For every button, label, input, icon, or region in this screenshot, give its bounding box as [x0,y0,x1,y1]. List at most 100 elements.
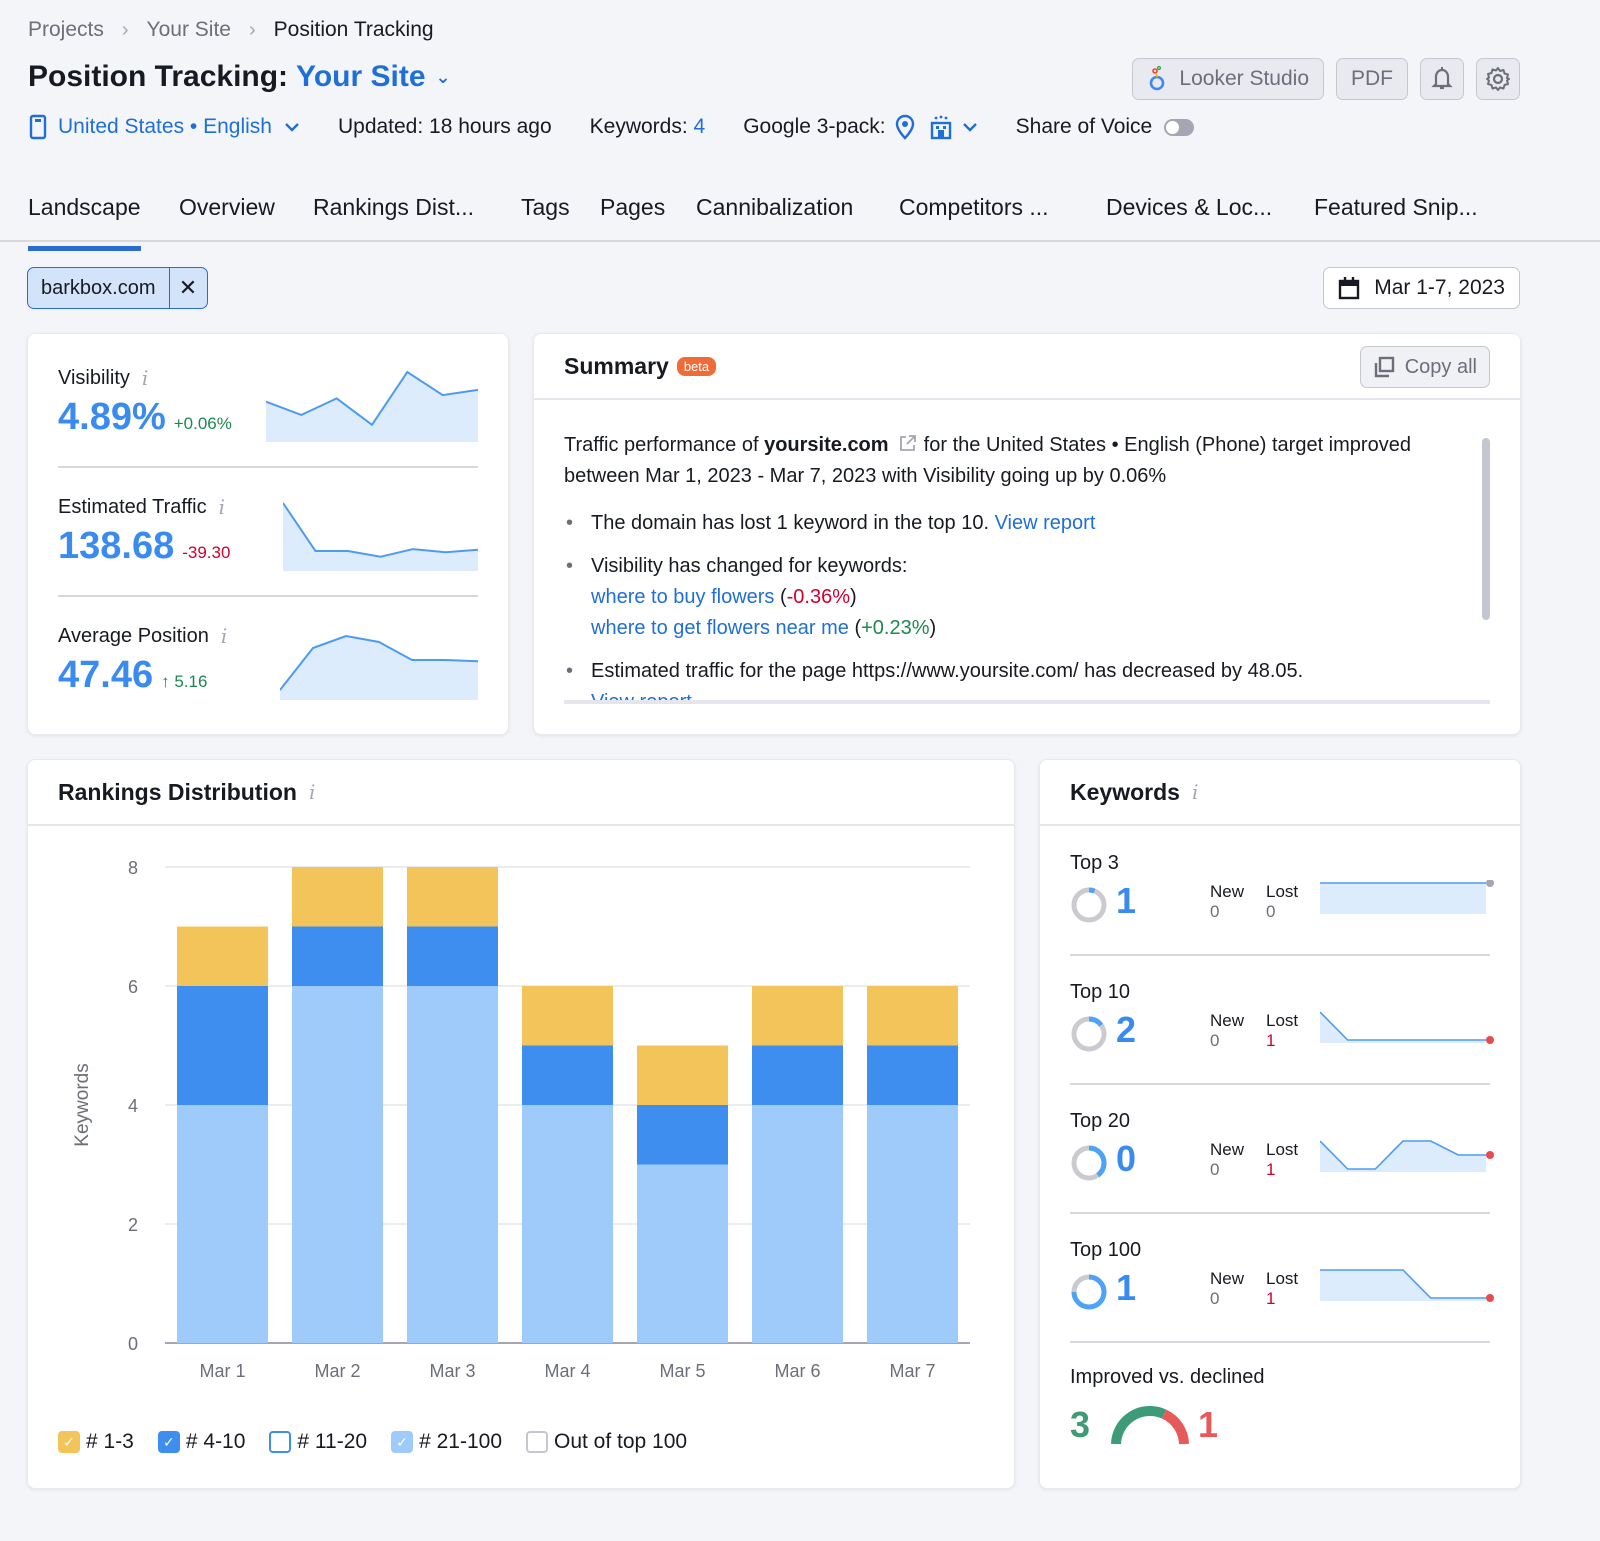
looker-studio-icon [1150,65,1165,91]
project-selector[interactable]: Your Site [296,60,425,94]
bucket-ring [1071,887,1107,923]
looker-studio-button[interactable]: Looker Studio [1132,58,1324,100]
calendar-icon [1339,277,1360,300]
chart-legend: ✓ # 1-3 ✓ # 4-10 # 11-20 ✓ # 21-100 Out of top … [58,1430,687,1454]
summary-bullet: Estimated traffic for the page https://w… [564,656,1444,700]
tab-featured-snippets[interactable]: Featured Snip... [1314,194,1478,235]
x-tick-label: Mar 5 [659,1361,705,1381]
y-tick-label: 6 [128,977,138,997]
visibility-value: 4.89% [58,396,166,438]
keywords-count-link[interactable]: 4 [694,115,706,139]
legend-item[interactable]: ✓ # 1-3 [58,1430,134,1454]
bucket-ring [1071,1145,1107,1181]
chevron-right-icon: › [121,18,129,41]
breadcrumb-your-site[interactable]: Your Site [147,18,231,42]
tab-rankings-distribution[interactable]: Rankings Dist... [313,194,474,235]
map-pin-icon[interactable] [894,114,916,140]
checkbox-checked-icon[interactable]: ✓ [391,1431,414,1453]
visibility-sparkline [266,370,478,442]
tab-landscape[interactable]: Landscape [28,194,141,251]
checkbox-checked-icon[interactable]: ✓ [157,1431,180,1453]
project-meta: United States • English Updated: 18 hour… [28,114,1195,140]
legend-item[interactable]: ✓ # 4-10 [157,1430,246,1454]
summary-card: Summary beta Copy all Traffic performanc… [533,333,1521,735]
info-icon[interactable]: i [1192,780,1198,804]
info-icon[interactable]: i [221,624,227,648]
summary-horizontal-scrollbar[interactable] [564,700,1490,704]
legend-label: # 4-10 [185,1430,246,1453]
external-link-icon[interactable] [898,433,918,453]
legend-item[interactable]: ✓ # 21-100 [391,1430,502,1454]
new-lost: New Lost 01 [1210,1011,1322,1051]
divider [1070,1341,1490,1343]
view-report-link[interactable]: View report [591,691,692,700]
checkbox-icon[interactable] [269,1431,292,1453]
divider [1070,1212,1490,1214]
new-count: 0 [1210,902,1220,921]
bar-segment-4-10 [522,1045,613,1105]
breadcrumb-current: Position Tracking [273,18,434,41]
bucket-ring [1071,1016,1107,1052]
legend-label: # 1-3 [86,1430,134,1453]
bar-segment-21-100 [752,1105,843,1343]
keyword-link[interactable]: where to get flowers near me [591,617,849,639]
share-of-voice-toggle[interactable] [1164,118,1195,136]
info-icon[interactable]: i [142,366,148,390]
summary-scrollbar[interactable] [1482,438,1490,620]
settings-button[interactable] [1476,58,1520,100]
bar-segment-21-100 [177,1105,268,1343]
bucket-sparkline [1320,1140,1494,1172]
google-3pack: Google 3-pack: [743,114,977,140]
tab-pages[interactable]: Pages [600,194,665,235]
tab-devices-locations[interactable]: Devices & Loc... [1106,194,1272,235]
bar-segment-1-3 [522,986,613,1046]
tab-cannibalization[interactable]: Cannibalization [696,194,853,235]
sparkline-end-dot [1486,880,1494,887]
keyword-link[interactable]: where to buy flowers [591,586,774,608]
top-actions: Looker Studio PDF [1132,58,1520,100]
y-tick-label: 0 [128,1334,138,1354]
y-tick-label: 4 [128,1096,138,1116]
view-report-link[interactable]: View report [995,512,1096,534]
location-selector[interactable]: United States • English [28,114,300,140]
divider [58,595,478,597]
beta-badge: beta [676,356,717,376]
bar-segment-1-3 [177,926,268,986]
bucket-ring [1071,1274,1107,1310]
sparkline-line [1320,1011,1486,1041]
checkbox-checked-icon[interactable]: ✓ [58,1431,80,1453]
y-axis-label: Keywords [72,1063,93,1146]
legend-label: # 11-20 [297,1430,368,1453]
new-lost: New Lost 01 [1210,1269,1322,1309]
info-icon[interactable]: i [219,495,225,519]
position-delta: ↑ 5.16 [161,672,208,691]
chevron-right-icon: › [248,18,256,41]
checkbox-icon[interactable] [526,1431,548,1453]
summary-bullet: Visibility has changed for keywords: whe… [564,551,1444,644]
tab-tags[interactable]: Tags [521,194,570,235]
copy-all-button[interactable]: Copy all [1359,346,1490,388]
breadcrumb: Projects › Your Site › Position Tracking [28,18,434,42]
sparkline-area [1320,1270,1486,1301]
bar-segment-4-10 [407,926,498,986]
keyword-bucket-row: Top 100 1 New Lost 01 [1070,1239,1494,1367]
ring-track [1071,887,1107,923]
tab-overview[interactable]: Overview [179,194,275,235]
info-icon[interactable]: i [309,780,315,804]
keywords-card: Keywords i Top 3 1 New Lost 00 Top 10 2 Ne… [1039,759,1521,1489]
close-icon[interactable]: ✕ [168,268,207,308]
pdf-button[interactable]: PDF [1336,58,1408,100]
business-icon[interactable] [928,114,954,140]
notifications-button[interactable] [1420,58,1464,100]
lost-count: 1 [1266,1031,1276,1050]
tab-competitors[interactable]: Competitors ... [899,194,1049,235]
copy-icon [1374,356,1394,378]
date-range-picker[interactable]: Mar 1-7, 2023 [1323,267,1520,309]
bucket-sparkline [1320,1011,1494,1044]
legend-item[interactable]: # 11-20 [269,1430,367,1454]
breadcrumb-projects[interactable]: Projects [28,18,104,42]
bell-icon [1431,67,1453,90]
chevron-down-icon[interactable]: ⌄ [436,67,451,88]
legend-item[interactable]: Out of top 100 [526,1430,687,1454]
chevron-down-icon[interactable] [962,122,978,132]
